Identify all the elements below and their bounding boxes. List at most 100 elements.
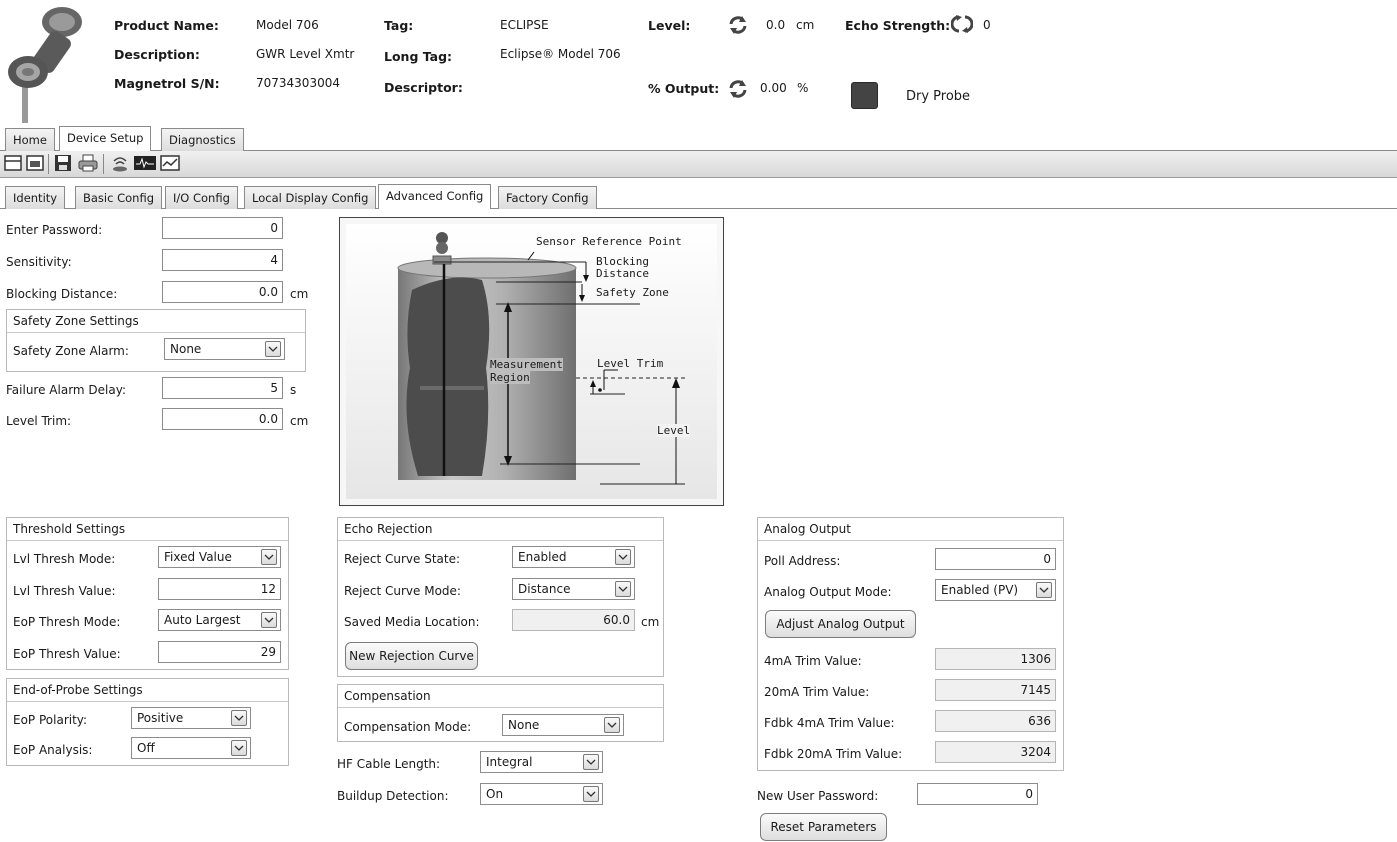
echo-rejection-title: Echo Rejection — [344, 522, 433, 536]
tab-basic-config[interactable]: Basic Config — [75, 186, 162, 209]
serial-label: Magnetrol S/N: — [114, 76, 220, 91]
print-icon[interactable] — [78, 154, 98, 175]
level-trim-unit: cm — [290, 414, 309, 428]
eop-polarity-select[interactable]: Positive — [131, 707, 251, 729]
chevron-down-icon[interactable] — [231, 740, 247, 756]
blocking-distance-unit: cm — [290, 287, 309, 301]
new-rejection-curve-button[interactable]: New Rejection Curve — [345, 642, 478, 670]
descriptor-label: Descriptor: — [384, 80, 463, 95]
description-value: GWR Level Xmtr — [256, 47, 355, 61]
buildup-detection-select[interactable]: On — [480, 783, 603, 805]
diagram-safety-zone-label: Safety Zone — [596, 286, 669, 299]
poll-address-input[interactable]: 0 — [935, 548, 1056, 570]
safety-zone-alarm-select[interactable]: None — [164, 338, 285, 360]
eop-analysis-label: EoP Analysis: — [13, 743, 93, 757]
product-name-label: Product Name: — [114, 18, 219, 33]
long-tag-value: Eclipse® Model 706 — [500, 47, 621, 61]
eop-thresh-mode-value: Auto Largest — [164, 613, 241, 627]
signal-icon[interactable] — [111, 154, 129, 175]
product-name-value: Model 706 — [256, 18, 319, 32]
password-input[interactable]: 0 — [162, 217, 283, 239]
chevron-down-icon[interactable] — [231, 710, 247, 726]
trim-20ma-value: 7145 — [935, 679, 1056, 701]
tab-factory-config[interactable]: Factory Config — [498, 186, 597, 209]
level-trim-input[interactable]: 0.0 — [162, 408, 283, 430]
chevron-down-icon[interactable] — [1036, 582, 1052, 598]
output-refresh-icon[interactable] — [727, 78, 747, 98]
lvl-thresh-mode-select[interactable]: Fixed Value — [158, 546, 281, 568]
compensation-mode-label: Compensation Mode: — [344, 720, 472, 734]
status-text: Dry Probe — [906, 89, 971, 104]
level-value: 0.0 — [766, 18, 786, 32]
saved-media-location-unit: cm — [641, 615, 660, 629]
eop-settings-group: End-of-Probe Settings EoP Polarity: Posi… — [6, 678, 289, 766]
compensation-title: Compensation — [344, 689, 431, 703]
layout-split-icon[interactable] — [26, 155, 44, 174]
eop-analysis-value: Off — [137, 741, 155, 755]
eop-analysis-select[interactable]: Off — [131, 737, 251, 759]
group-divider — [7, 332, 305, 333]
saved-media-location-label: Saved Media Location: — [344, 615, 480, 629]
chevron-down-icon[interactable] — [265, 341, 281, 357]
long-tag-label: Long Tag: — [384, 49, 453, 64]
threshold-settings-group: Threshold Settings Lvl Thresh Mode: Fixe… — [6, 517, 289, 670]
eop-thresh-mode-label: EoP Thresh Mode: — [13, 615, 121, 629]
compensation-mode-select[interactable]: None — [502, 714, 624, 736]
tab-local-display-config[interactable]: Local Display Config — [244, 186, 377, 209]
trim-4ma-label: 4mA Trim Value: — [764, 654, 862, 668]
safety-zone-alarm-label: Safety Zone Alarm: — [13, 344, 129, 358]
chevron-down-icon[interactable] — [261, 549, 277, 565]
waveform-icon[interactable] — [134, 155, 156, 174]
eop-thresh-value-label: EoP Thresh Value: — [13, 647, 121, 661]
adjust-analog-output-button[interactable]: Adjust Analog Output — [765, 610, 916, 638]
trim-4ma-value: 1306 — [935, 648, 1056, 670]
output-label: % Output: — [648, 81, 720, 96]
tab-identity[interactable]: Identity — [5, 186, 66, 209]
save-icon[interactable] — [54, 154, 72, 175]
fdbk-20ma-label: Fdbk 20mA Trim Value: — [764, 747, 903, 761]
chevron-down-icon[interactable] — [583, 754, 599, 770]
reject-curve-state-select[interactable]: Enabled — [512, 546, 635, 568]
tag-label: Tag: — [384, 18, 414, 33]
lvl-thresh-value-input[interactable]: 12 — [158, 578, 281, 600]
eop-polarity-value: Positive — [137, 711, 184, 725]
analog-output-mode-select[interactable]: Enabled (PV) — [935, 579, 1056, 601]
description-label: Description: — [114, 47, 200, 62]
tab-advanced-config[interactable]: Advanced Config — [378, 184, 492, 209]
separator — [48, 154, 49, 174]
reject-curve-mode-value: Distance — [518, 582, 571, 596]
analog-output-title: Analog Output — [764, 522, 851, 536]
sensitivity-input[interactable]: 4 — [162, 249, 283, 271]
password-label: Enter Password: — [6, 223, 103, 237]
chevron-down-icon[interactable] — [583, 786, 599, 802]
chevron-down-icon[interactable] — [604, 717, 620, 733]
tab-io-config[interactable]: I/O Config — [165, 186, 238, 209]
echo-refresh-icon[interactable] — [950, 13, 974, 33]
fdbk-4ma-value: 636 — [935, 710, 1056, 732]
tab-device-setup[interactable]: Device Setup — [59, 126, 152, 151]
reset-parameters-button[interactable]: Reset Parameters — [760, 813, 887, 841]
echo-strength-label: Echo Strength: — [845, 18, 951, 33]
eop-thresh-value-input[interactable]: 29 — [158, 641, 281, 663]
new-user-password-input[interactable]: 0 — [917, 783, 1038, 805]
lvl-thresh-value-label: Lvl Thresh Value: — [13, 584, 116, 598]
buildup-detection-value: On — [486, 787, 504, 801]
fdbk-4ma-label: Fdbk 4mA Trim Value: — [764, 716, 895, 730]
reject-curve-mode-select[interactable]: Distance — [512, 578, 635, 600]
eop-settings-title: End-of-Probe Settings — [13, 683, 143, 697]
eop-thresh-mode-select[interactable]: Auto Largest — [158, 609, 281, 631]
tab-home[interactable]: Home — [5, 128, 55, 151]
failure-alarm-delay-input[interactable]: 5 — [162, 377, 283, 399]
hf-cable-length-select[interactable]: Integral — [480, 751, 603, 773]
chevron-down-icon[interactable] — [615, 581, 631, 597]
threshold-settings-title: Threshold Settings — [13, 522, 126, 536]
analog-output-mode-value: Enabled (PV) — [941, 583, 1019, 597]
chevron-down-icon[interactable] — [615, 549, 631, 565]
layout-single-icon[interactable] — [4, 155, 22, 174]
chevron-down-icon[interactable] — [261, 612, 277, 628]
blocking-distance-input[interactable]: 0.0 — [162, 281, 283, 303]
level-refresh-icon[interactable] — [727, 14, 747, 34]
tab-diagnostics[interactable]: Diagnostics — [161, 128, 244, 151]
trend-icon[interactable] — [160, 155, 180, 174]
toolbar — [0, 151, 1397, 178]
